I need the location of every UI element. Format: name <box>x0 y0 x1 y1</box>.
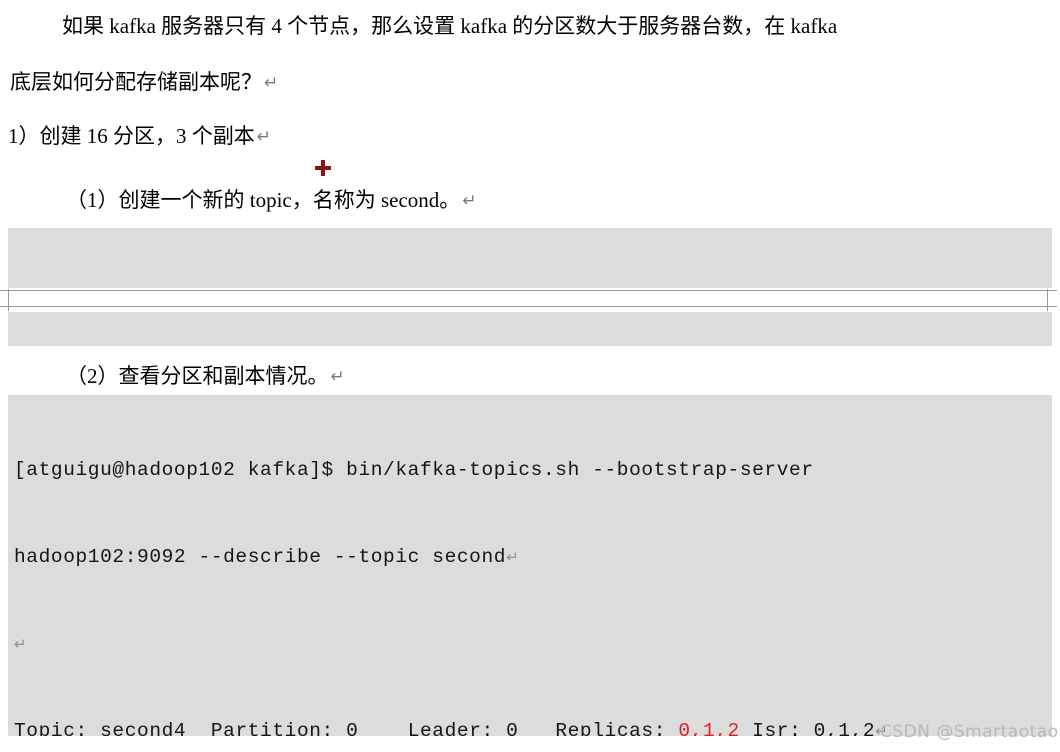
pilcrow-icon: ↵ <box>256 127 271 147</box>
page-break-tick <box>0 306 9 307</box>
step-1-text: 1）创建 16 分区，3 个副本 <box>8 124 255 148</box>
code-line: hadoop102:9092 --describe --topic second… <box>14 543 1052 572</box>
isr-field: Isr: 0,1,2 <box>739 720 876 736</box>
substep-1-heading: （1）创建一个新的 topic，名称为 second。 ↵ <box>66 176 1054 225</box>
code-block-describe-topic: [atguigu@hadoop102 kafka]$ bin/kafka-top… <box>8 395 1052 736</box>
page-break-separator <box>0 288 1060 312</box>
shell-command: bin/kafka-topics.sh --bootstrap-server <box>346 459 814 481</box>
intro-line-1-text: 如果 kafka 服务器只有 4 个节点，那么设置 kafka 的分区数大于服务… <box>62 14 838 38</box>
pilcrow-icon: ↵ <box>506 548 520 566</box>
page-break-tick <box>0 290 9 291</box>
code-block-create-topic-part-b: topic second↵ <box>8 312 1052 346</box>
step-1-heading: 1）创建 16 分区，3 个副本 ↵ <box>8 112 1054 161</box>
pilcrow-icon: ↵ <box>264 73 279 93</box>
command-describe-args: hadoop102:9092 --describe --topic second <box>14 546 507 568</box>
page-break-tick <box>1048 290 1057 291</box>
substep-1-text: （1）创建一个新的 topic，名称为 second。 <box>66 188 461 212</box>
text-cursor-crosshair-icon <box>315 160 331 176</box>
intro-paragraph-line-1: 如果 kafka 服务器只有 4 个节点，那么设置 kafka 的分区数大于服务… <box>62 2 1054 50</box>
topic-output-group-1: Topic: second4 Partition: 0 Leader: 0 Re… <box>14 717 1052 736</box>
code-line-blank: ↵ <box>14 630 1052 659</box>
leader-field: Leader: 0 <box>407 720 556 736</box>
topic-name-field: Topic: second4 <box>14 720 211 736</box>
intro-paragraph-line-2: 底层如何分配存储副本呢？ ↵ <box>10 58 1054 107</box>
code-block-create-topic-part-a: [atguigu@hadoop102 kafka]$ bin/kafka-top… <box>8 228 1052 288</box>
partition-field: Partition: 0 <box>210 720 408 736</box>
page-break-mark-left <box>8 289 9 311</box>
replicas-label: Replicas: <box>555 720 679 736</box>
intro-line-2-text: 底层如何分配存储副本呢？ <box>10 70 262 94</box>
pilcrow-icon: ↵ <box>14 635 28 653</box>
page-break-rule-bottom <box>8 306 1052 307</box>
shell-prompt: [atguigu@hadoop102 kafka]$ <box>14 459 347 481</box>
page-break-rule-top <box>8 290 1052 291</box>
pilcrow-icon: ↵ <box>462 191 477 211</box>
code-line: [atguigu@hadoop102 kafka]$ bin/kafka-top… <box>14 456 1052 485</box>
pilcrow-icon: ↵ <box>875 722 889 736</box>
replicas-value: 0,1,2 <box>678 720 740 736</box>
topic-output-row: Topic: second4 Partition: 0 Leader: 0 Re… <box>14 717 1052 736</box>
substep-2-text: （2）查看分区和副本情况。 <box>66 364 329 388</box>
pilcrow-icon: ↵ <box>330 367 345 387</box>
substep-2-heading: （2）查看分区和副本情况。 ↵ <box>66 352 1054 401</box>
page-break-mark-right <box>1047 289 1048 311</box>
page-break-tick <box>1048 306 1057 307</box>
